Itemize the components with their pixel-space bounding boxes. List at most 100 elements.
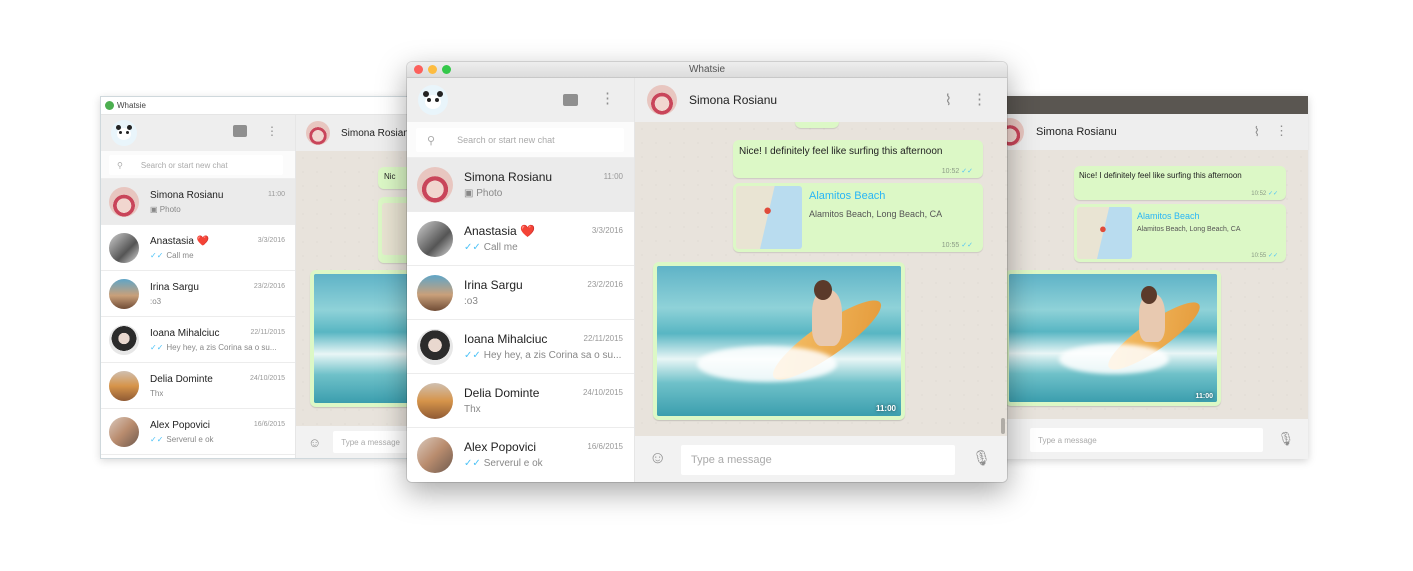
- chat-name: Ioana Mihalciuc: [464, 332, 548, 346]
- chat-name: Simona Rosianu: [150, 190, 224, 201]
- search-input[interactable]: ⚲ Search or start new chat: [416, 128, 624, 152]
- contact-avatar: [417, 221, 453, 257]
- smiley-icon[interactable]: ☺: [649, 448, 666, 468]
- chat-name: Irina Sargu: [464, 278, 523, 292]
- composer: ☺ Type a message 🎙: [635, 436, 1007, 482]
- image-message[interactable]: 11:00: [1005, 270, 1221, 406]
- more-vert-icon[interactable]: ⋮: [600, 91, 615, 107]
- paperclip-icon[interactable]: ⌇: [1254, 124, 1260, 140]
- message-text: Nice! I definitely feel like surfing thi…: [1079, 171, 1242, 180]
- image-message[interactable]: [310, 270, 419, 407]
- minimize-window-button[interactable]: [428, 65, 437, 74]
- double-check-icon: ✓✓: [961, 242, 973, 249]
- chat-row[interactable]: Irina Sargu 23/2/2016 :o3: [407, 266, 634, 320]
- chat-time: 24/10/2015: [249, 375, 285, 382]
- right-window: Simona Rosianu ⌇ ⋮ Nice! I definitely fe…: [1000, 96, 1308, 459]
- microphone-icon[interactable]: 🎙: [972, 449, 991, 467]
- window-title: Whatsie: [117, 101, 146, 110]
- chat-preview: ✓✓ Serverul e ok: [464, 458, 543, 469]
- double-check-icon: ✓✓: [1267, 191, 1278, 197]
- close-window-button[interactable]: [414, 65, 423, 74]
- location-address: Alamitos Beach, Long Beach, CA: [1137, 226, 1241, 233]
- paperclip-icon[interactable]: ⌇: [945, 91, 952, 109]
- chat-time: 16/6/2015: [253, 421, 285, 428]
- message-bubble: [795, 122, 839, 128]
- location-bubble[interactable]: ● Alamitos Beach Alamitos Beach, Long Be…: [1074, 204, 1286, 262]
- contact-avatar: [417, 437, 453, 473]
- chat-time: 23/2/2016: [253, 283, 285, 290]
- chat-name: Anastasia ❤️: [464, 224, 535, 238]
- more-vert-icon[interactable]: ⋮: [266, 124, 278, 138]
- my-avatar[interactable]: [111, 120, 137, 146]
- search-icon: ⚲: [427, 134, 436, 147]
- chat-row[interactable]: Simona Rosianu 11:00 ▣ Photo: [407, 158, 634, 212]
- chat-row[interactable]: Anastasia ❤️ 3/3/2016 ✓✓ Call me: [101, 225, 295, 271]
- contact-name: Simona Rosianu: [689, 93, 778, 107]
- location-title: Alamitos Beach: [1137, 211, 1200, 221]
- smiley-icon[interactable]: ☺: [308, 435, 321, 450]
- search-bar: ⚲ Search or start new chat: [407, 122, 634, 158]
- titlebar: Whatsie: [407, 62, 1007, 78]
- double-check-icon: ✓✓: [150, 435, 164, 444]
- left-window: Whatsie ⋮ ⚲ Search or start new chat Sim…: [100, 96, 420, 459]
- contact-avatar: [109, 279, 139, 309]
- chat-name: Simona Rosianu: [464, 170, 553, 184]
- contact-avatar[interactable]: [647, 85, 677, 115]
- chat-preview: ✓✓ Hey hey, a zis Corina sa o su...: [464, 350, 622, 361]
- right-message-input[interactable]: Type a message: [1030, 428, 1263, 452]
- chat-row[interactable]: Ioana Mihalciuc 22/11/2015 ✓✓ Hey hey, a …: [101, 317, 295, 363]
- contact-avatar: [417, 329, 453, 365]
- contact-avatar: [417, 275, 453, 311]
- chat-time: 3/3/2016: [591, 226, 623, 235]
- map-thumbnail: ●: [736, 186, 802, 249]
- double-check-icon: ✓✓: [464, 458, 481, 469]
- message-bubble: Nice! I definitely feel like surfing thi…: [1074, 166, 1286, 200]
- chat-name: Alex Popovici: [150, 420, 211, 431]
- microphone-icon[interactable]: 🎙: [1277, 431, 1294, 447]
- chat-row[interactable]: Anastasia ❤️ 3/3/2016 ✓✓ Call me: [407, 212, 634, 266]
- whatsie-logo-icon: [105, 101, 114, 110]
- chat-time: 23/2/2016: [587, 280, 623, 289]
- contact-name: Simona Rosianu: [341, 127, 415, 139]
- contact-avatar: [417, 167, 453, 203]
- chat-row[interactable]: Irina Sargu 23/2/2016 :o3: [101, 271, 295, 317]
- left-chat-body: Nic: [296, 151, 419, 426]
- sidebar-header: ⋮: [407, 78, 634, 122]
- contact-avatar: [109, 233, 139, 263]
- image-time: 11:00: [1195, 393, 1213, 400]
- double-check-icon: ✓✓: [464, 350, 481, 361]
- chat-preview: ✓✓ Serverul e ok: [150, 435, 214, 444]
- chat-name: Ioana Mihalciuc: [150, 328, 220, 339]
- chat-row[interactable]: Ioana Mihalciuc 22/11/2015 ✓✓ Hey hey, a …: [407, 320, 634, 374]
- window-title: Whatsie: [688, 64, 726, 75]
- camera-icon: ▣: [150, 205, 160, 214]
- contact-avatar: [109, 187, 139, 217]
- chat-row[interactable]: Delia Dominte 24/10/2015 Thx: [407, 374, 634, 428]
- contact-avatar[interactable]: [306, 121, 330, 145]
- chat-row[interactable]: Alex Popovici 16/6/2015 ✓✓ Serverul e ok: [101, 409, 295, 455]
- new-chat-icon[interactable]: [563, 94, 578, 106]
- chat-row[interactable]: Simona Rosianu 11:00 ▣ Photo: [101, 179, 295, 225]
- message-input[interactable]: Type a message: [681, 445, 955, 475]
- chat-name: Anastasia ❤️: [150, 236, 210, 247]
- screenshot-stage: Whatsie ⋮ ⚲ Search or start new chat Sim…: [0, 0, 1413, 571]
- chat-row[interactable]: Alex Popovici 16/6/2015 ✓✓ Serverul e ok: [407, 428, 634, 482]
- maximize-window-button[interactable]: [442, 65, 451, 74]
- double-check-icon: ✓✓: [464, 242, 481, 253]
- chat-time: 22/11/2015: [583, 334, 623, 343]
- location-title: Alamitos Beach: [809, 190, 886, 202]
- left-chat-header: Simona Rosianu: [296, 115, 419, 151]
- chat-preview: ✓✓ Call me: [150, 251, 194, 260]
- search-icon: ⚲: [117, 160, 123, 170]
- my-avatar[interactable]: [418, 85, 448, 115]
- new-chat-icon[interactable]: [233, 125, 247, 137]
- more-vert-icon[interactable]: ⋮: [1275, 123, 1288, 139]
- image-message[interactable]: 11:00: [653, 262, 905, 420]
- location-bubble[interactable]: ● Alamitos Beach Alamitos Beach, Long Be…: [733, 183, 983, 252]
- more-vert-icon[interactable]: ⋮: [972, 90, 987, 108]
- contact-avatar: [417, 383, 453, 419]
- chat-preview: ✓✓ Hey hey, a zis Corina sa o su...: [150, 343, 277, 352]
- scrollbar[interactable]: [1001, 418, 1005, 434]
- left-search-input[interactable]: ⚲ Search or start new chat: [109, 155, 283, 175]
- chat-row[interactable]: Delia Dominte 24/10/2015 Thx: [101, 363, 295, 409]
